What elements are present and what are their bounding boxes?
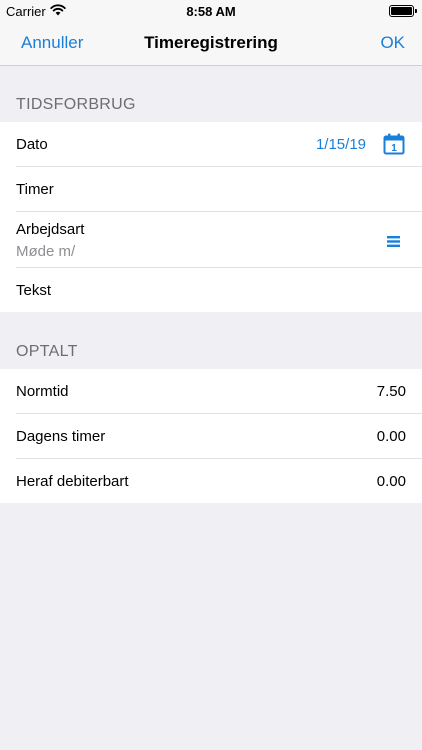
battery-icon [389, 5, 417, 17]
hours-label: Timer [16, 181, 54, 198]
normtid-label: Normtid [16, 383, 69, 400]
hours-row[interactable]: Timer [0, 167, 422, 212]
worktype-row[interactable]: Arbejdsart Møde m/ [0, 212, 422, 268]
date-label: Dato [16, 136, 48, 153]
text-label: Tekst [16, 282, 52, 299]
worktype-value: Møde m/ [16, 243, 76, 260]
billable-label: Heraf debiterbart [16, 473, 129, 490]
ok-button[interactable]: OK [380, 33, 405, 53]
status-bar: Carrier 8:58 AM [0, 0, 422, 22]
list-item: Normtid 7.50 [0, 369, 422, 414]
navigation-bar: Annuller Timeregistrering OK [0, 22, 422, 66]
text-row[interactable]: Tekst [0, 268, 422, 312]
billable-value: 0.00 [376, 473, 406, 490]
normtid-value: 7.50 [376, 383, 406, 400]
list-item: Heraf debiterbart 0.00 [0, 459, 422, 503]
worktype-label: Arbejdsart [16, 221, 85, 238]
page-title: Timeregistrering [144, 33, 278, 52]
counted-group: Normtid 7.50 Dagens timer 0.00 Heraf deb… [0, 369, 422, 503]
usage-group: Dato 1/15/19 1 Timer Arbejdsart Møde m/ [0, 122, 422, 312]
section-header-counted: OPTALT [16, 343, 78, 360]
list-icon[interactable] [387, 234, 400, 252]
date-row[interactable]: Dato 1/15/19 1 [0, 122, 422, 167]
section-header-usage: TIDSFORBRUG [16, 96, 136, 113]
calendar-icon[interactable]: 1 [383, 133, 405, 160]
day-hours-label: Dagens timer [16, 428, 106, 445]
list-item: Dagens timer 0.00 [0, 414, 422, 459]
calendar-day-number: 1 [391, 143, 397, 154]
clock: 8:58 AM [186, 4, 236, 19]
day-hours-value: 0.00 [376, 428, 406, 445]
date-value[interactable]: 1/15/19 [316, 136, 366, 153]
